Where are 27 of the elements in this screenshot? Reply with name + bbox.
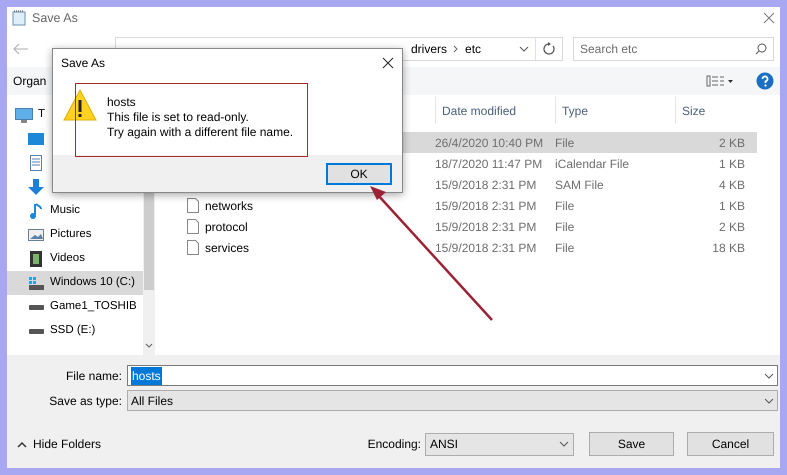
file-size: 1 KB xyxy=(718,198,745,214)
file-type: File xyxy=(555,240,576,256)
window-title: Save As xyxy=(32,10,79,27)
file-date: 18/7/2020 11:47 PM xyxy=(435,156,544,172)
file-type: SAM File xyxy=(555,176,605,194)
search-placeholder: Search etc xyxy=(580,41,638,58)
file-name: networks xyxy=(205,198,254,214)
file-size: 2 KB xyxy=(718,134,745,152)
file-date: 15/9/2018 2:31 PM xyxy=(435,240,538,256)
file-type: File xyxy=(555,134,576,152)
file-type: iCalendar File xyxy=(555,156,630,172)
field-label: Save as type: xyxy=(48,392,123,410)
file-date: 15/9/2018 2:31 PM xyxy=(435,176,538,194)
encoding-label: Encoding: xyxy=(368,436,421,453)
file-date: 15/9/2018 2:31 PM xyxy=(435,218,538,236)
file-name: protocol xyxy=(205,218,248,236)
file-size: 2 KB xyxy=(718,218,745,236)
file-size: 1 KB xyxy=(718,156,745,172)
file-size: 18 KB xyxy=(711,240,745,256)
file-type: File xyxy=(555,198,576,214)
file-name: services xyxy=(205,240,250,256)
file-date: 26/4/2020 10:40 PM xyxy=(435,134,544,152)
field-label: File name: xyxy=(64,368,123,384)
file-date: 15/9/2018 2:31 PM xyxy=(435,198,538,214)
dialog-title: Save As xyxy=(61,55,106,72)
file-size: 4 KB xyxy=(718,176,745,194)
file-type: File xyxy=(555,218,576,236)
